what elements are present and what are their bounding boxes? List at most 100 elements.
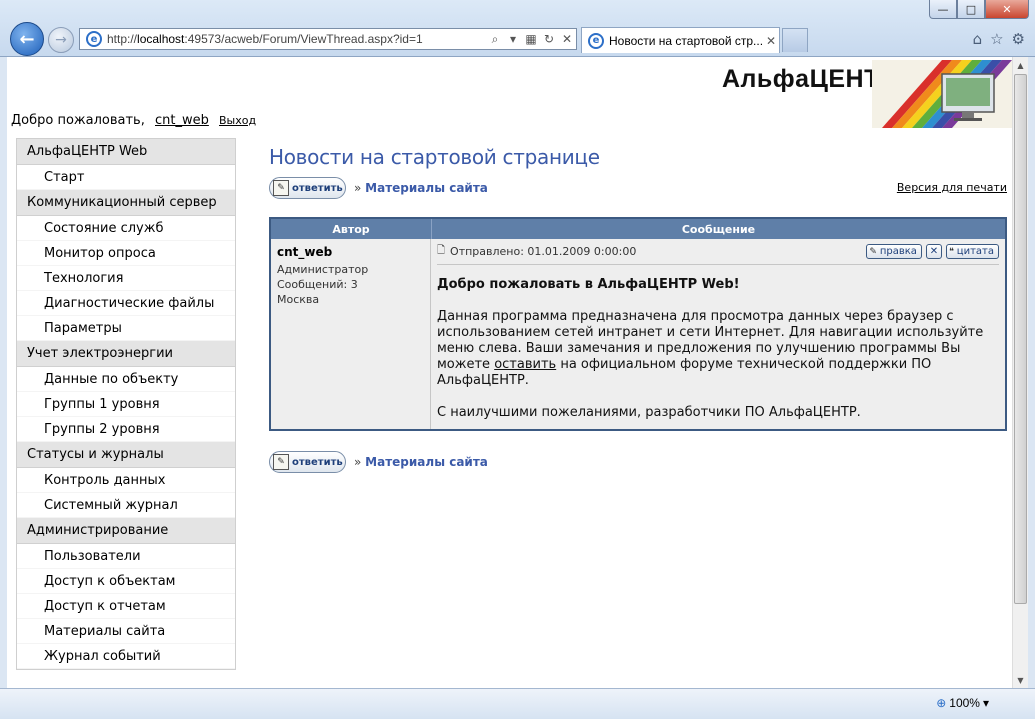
close-window-button[interactable]: ✕ — [985, 0, 1029, 19]
edit-button[interactable]: ✎ правка — [866, 244, 922, 259]
toolbar-icons: ⌂ ☆ ⚙ — [973, 30, 1025, 48]
refresh-icon[interactable]: ↻ — [540, 32, 558, 46]
sidebar-item-object-access[interactable]: Доступ к объектам — [17, 569, 235, 594]
tab-title: Новости на стартовой стр... — [609, 33, 763, 48]
sidebar-item-report-access[interactable]: Доступ к отчетам — [17, 594, 235, 619]
sidebar-item-system-log[interactable]: Системный журнал — [17, 493, 235, 518]
edit-pencil-icon: ✎ — [869, 246, 877, 257]
sidebar-group-comm-server[interactable]: Коммуникационный сервер — [17, 190, 235, 216]
browser-tab[interactable]: e Новости на стартовой стр... ✕ — [581, 27, 780, 53]
sidebar-group-energy[interactable]: Учет электроэнергии — [17, 341, 235, 367]
sidebar-menu: АльфаЦЕНТР Web Старт Коммуникационный се… — [16, 138, 236, 670]
page-title: Новости на стартовой странице — [269, 145, 600, 169]
delete-x-icon: ✕ — [929, 246, 939, 257]
address-bar[interactable]: e http://localhost:49573/acweb/Forum/Vie… — [79, 28, 577, 50]
post-author-name: cnt_web — [277, 245, 333, 259]
post-tools: ✎ правка ✕ ❝ цитата — [866, 244, 999, 259]
chevron-down-icon: ▾ — [982, 696, 989, 710]
sidebar-item-data-control[interactable]: Контроль данных — [17, 468, 235, 493]
status-bar: ⊕ 100% ▾ — [0, 688, 1035, 719]
favorites-star-icon[interactable]: ☆ — [990, 30, 1003, 48]
stop-icon[interactable]: ✕ — [558, 32, 576, 46]
tab-page-icon: e — [588, 32, 604, 49]
sidebar-item-technology[interactable]: Технология — [17, 266, 235, 291]
sidebar-item-services-status[interactable]: Состояние служб — [17, 216, 235, 241]
bottom-action-row: ✎ ответить » Материалы сайта — [269, 449, 1009, 475]
post-author-location: Москва — [277, 293, 320, 306]
zoom-level: 100% — [949, 696, 980, 710]
compat-view-icon[interactable]: ▦ — [522, 32, 540, 46]
document-icon: 🗋 — [437, 245, 446, 256]
welcome-line: Добро пожаловать, cnt_web Выход — [11, 113, 256, 128]
minimize-button[interactable]: — — [929, 0, 957, 19]
post-author-count: Сообщений: 3 — [277, 278, 358, 291]
sidebar-item-event-log[interactable]: Журнал событий — [17, 644, 235, 669]
reply-button-label: ответить — [292, 456, 343, 468]
gear-icon[interactable]: ⚙ — [1012, 30, 1025, 48]
post-row: cnt_web Администратор Сообщений: 3 Москв… — [271, 239, 1005, 429]
breadcrumb-site-materials[interactable]: Материалы сайта — [365, 181, 488, 195]
print-version-link[interactable]: Версия для печати — [897, 181, 1007, 194]
post-signature: С наилучшими пожеланиями, разработчики П… — [437, 405, 861, 420]
thread-table-header: Автор Сообщение — [271, 219, 1005, 239]
post-sent-date: Отправлено: 01.01.2009 0:00:00 — [450, 245, 637, 258]
page-viewport: АльфаЦЕНТР™ Добро пожаловать, cnt_web Вы… — [7, 57, 1012, 688]
sidebar-item-poll-monitor[interactable]: Монитор опроса — [17, 241, 235, 266]
sidebar-item-start[interactable]: Старт — [17, 165, 235, 190]
home-icon[interactable]: ⌂ — [973, 30, 983, 48]
sidebar-group-admin[interactable]: Администрирование — [17, 518, 235, 544]
forward-button[interactable]: → — [48, 27, 74, 53]
reply-button[interactable]: ✎ ответить — [269, 177, 346, 199]
scrollbar-thumb[interactable] — [1014, 74, 1027, 604]
search-icon[interactable]: ⌕ — [486, 32, 504, 47]
tab-close-icon[interactable]: ✕ — [763, 34, 779, 48]
dropdown-icon[interactable]: ▾ — [504, 32, 522, 46]
post-author-info: cnt_web Администратор Сообщений: 3 Москв… — [271, 239, 431, 429]
sidebar-item-object-data[interactable]: Данные по объекту — [17, 367, 235, 392]
reply-document-icon: ✎ — [273, 180, 289, 196]
sidebar-item-site-materials[interactable]: Материалы сайта — [17, 619, 235, 644]
sidebar-item-groups-level-2[interactable]: Группы 2 уровня — [17, 417, 235, 442]
address-url[interactable]: http://localhost:49573/acweb/Forum/ViewT… — [107, 32, 486, 46]
logout-link[interactable]: Выход — [219, 114, 256, 127]
breadcrumb: » Материалы сайта — [354, 181, 488, 195]
column-header-author: Автор — [332, 222, 370, 236]
scroll-down-icon[interactable]: ▼ — [1013, 672, 1028, 688]
new-tab-button[interactable] — [782, 28, 808, 52]
back-button[interactable]: ← — [10, 22, 44, 56]
post-meta: 🗋 Отправлено: 01.01.2009 0:00:00 ✎ правка… — [437, 239, 999, 265]
username-link[interactable]: cnt_web — [155, 113, 209, 128]
reply-document-icon: ✎ — [273, 454, 289, 470]
vertical-scrollbar[interactable]: ▲ ▼ — [1012, 57, 1028, 688]
sidebar-group-statuses-logs[interactable]: Статусы и журналы — [17, 442, 235, 468]
arrow-right-icon: → — [55, 32, 67, 48]
ie-page-icon: e — [86, 31, 102, 47]
quote-bubble-icon: ❝ — [948, 246, 954, 257]
leave-feedback-link[interactable]: оставить — [494, 357, 556, 372]
post-message: 🗋 Отправлено: 01.01.2009 0:00:00 ✎ правка… — [431, 239, 1005, 429]
sidebar-item-groups-level-1[interactable]: Группы 1 уровня — [17, 392, 235, 417]
top-action-row: ✎ ответить » Материалы сайта Версия для … — [269, 175, 1009, 201]
sidebar-item-parameters[interactable]: Параметры — [17, 316, 235, 341]
alphacenter-logo: АльфаЦЕНТР™ — [707, 60, 1012, 128]
sidebar-item-users[interactable]: Пользователи — [17, 544, 235, 569]
zoom-magnifier-icon: ⊕ — [936, 696, 947, 710]
quote-button[interactable]: ❝ цитата — [945, 244, 999, 259]
column-header-message: Сообщение — [431, 219, 1005, 239]
welcome-text: Добро пожаловать, — [11, 113, 145, 128]
zoom-control[interactable]: ⊕ 100% ▾ — [936, 696, 989, 710]
thread-table: Автор Сообщение cnt_web Администратор Со… — [269, 217, 1007, 431]
sidebar-group-alphacenter-web[interactable]: АльфаЦЕНТР Web — [17, 139, 235, 165]
post-heading: Добро пожаловать в АльфаЦЕНТР Web! — [437, 277, 740, 292]
main-content: Новости на стартовой странице ✎ ответить… — [269, 145, 1009, 475]
logo-graphic-icon — [872, 60, 1012, 128]
post-author-role: Администратор — [277, 263, 369, 276]
maximize-button[interactable]: □ — [957, 0, 985, 19]
arrow-left-icon: ← — [19, 28, 35, 50]
reply-button-bottom[interactable]: ✎ ответить — [269, 451, 346, 473]
scroll-up-icon[interactable]: ▲ — [1013, 57, 1028, 73]
window-controls: — □ ✕ — [929, 0, 1029, 19]
sidebar-item-diag-files[interactable]: Диагностические файлы — [17, 291, 235, 316]
breadcrumb-site-materials[interactable]: Материалы сайта — [365, 455, 488, 469]
delete-button[interactable]: ✕ — [925, 244, 942, 259]
